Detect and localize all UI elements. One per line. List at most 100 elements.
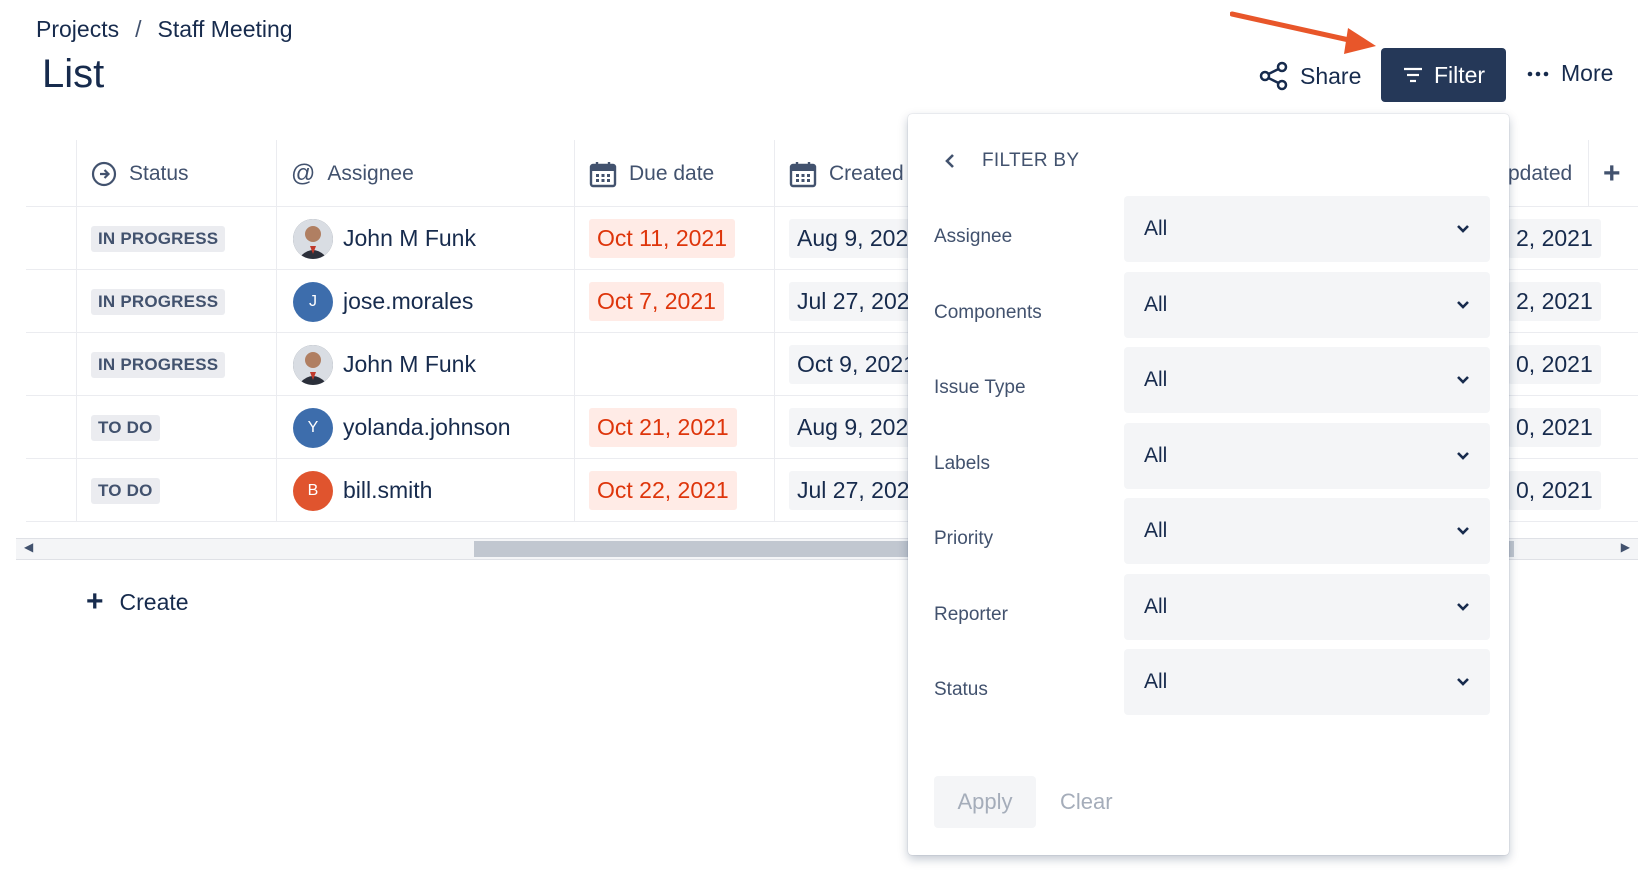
due-date-cell[interactable]: Oct 21, 2021 bbox=[574, 396, 774, 459]
share-icon bbox=[1259, 61, 1288, 91]
scroll-left-icon[interactable]: ◀ bbox=[24, 540, 33, 554]
filter-select[interactable]: All bbox=[1124, 422, 1490, 489]
share-label: Share bbox=[1300, 62, 1362, 89]
status-cell[interactable]: TO DO bbox=[76, 396, 276, 459]
plus-icon: + bbox=[1603, 156, 1621, 190]
filter-select-value: All bbox=[1144, 519, 1168, 542]
status-badge[interactable]: IN PROGRESS bbox=[91, 351, 226, 378]
filter-select[interactable]: All bbox=[1124, 196, 1490, 262]
apply-button[interactable]: Apply bbox=[934, 776, 1036, 828]
create-label: Create bbox=[119, 588, 189, 615]
filter-label: Issue Type bbox=[934, 377, 1026, 398]
column-header-status[interactable]: Status bbox=[76, 140, 276, 207]
due-date-value: Oct 22, 2021 bbox=[589, 471, 737, 510]
filter-label: Components bbox=[934, 301, 1042, 323]
created-date-value: Jul 27, 202 bbox=[789, 471, 918, 510]
status-badge[interactable]: IN PROGRESS bbox=[91, 288, 226, 315]
filter-select[interactable]: All bbox=[1124, 573, 1490, 640]
filter-select-value: All bbox=[1144, 368, 1168, 391]
updated-cell[interactable]: 2, 2021 bbox=[1508, 270, 1608, 333]
updated-date-value: 2, 2021 bbox=[1508, 219, 1601, 258]
updated-date-value: 0, 2021 bbox=[1508, 408, 1601, 447]
updated-cell[interactable]: 0, 2021 bbox=[1508, 459, 1608, 522]
updated-date-value: 0, 2021 bbox=[1508, 471, 1601, 510]
filter-select[interactable]: All bbox=[1124, 347, 1490, 413]
breadcrumb-separator: / bbox=[135, 16, 142, 42]
add-column-button[interactable]: + bbox=[1588, 140, 1638, 207]
filter-panel-header: FILTER BY bbox=[944, 150, 1079, 172]
calendar-icon bbox=[789, 161, 817, 187]
assignee-cell[interactable]: B bill.smith bbox=[276, 459, 574, 522]
filter-select-value: All bbox=[1144, 670, 1168, 693]
assignee-cell[interactable]: Y yolanda.johnson bbox=[276, 396, 574, 459]
due-date-cell[interactable]: Oct 11, 2021 bbox=[574, 207, 774, 270]
updated-cell[interactable]: 2, 2021 bbox=[1508, 207, 1608, 270]
filter-select[interactable]: All bbox=[1124, 271, 1490, 338]
filter-row-components: Components All bbox=[934, 271, 1490, 338]
plus-icon: + bbox=[86, 585, 104, 618]
chevron-down-icon bbox=[1457, 451, 1469, 460]
avatar bbox=[293, 344, 333, 385]
clear-button[interactable]: Clear bbox=[1060, 776, 1113, 828]
status-badge[interactable]: IN PROGRESS bbox=[91, 225, 226, 252]
filter-select-value: All bbox=[1144, 443, 1168, 467]
column-label-created: Created bbox=[829, 161, 904, 185]
updated-cell[interactable]: 0, 2021 bbox=[1508, 333, 1608, 396]
filter-label: Assignee bbox=[934, 226, 1013, 247]
filter-select-value: All bbox=[1144, 292, 1168, 316]
breadcrumb: Projects / Staff Meeting bbox=[36, 16, 293, 43]
due-date-value: Oct 7, 2021 bbox=[589, 282, 724, 321]
annotation-arrow-icon bbox=[1230, 11, 1376, 54]
assignee-cell[interactable]: John M Funk bbox=[276, 333, 574, 396]
created-date-value: Oct 9, 2021 bbox=[789, 345, 924, 384]
filter-row-status: Status All bbox=[934, 649, 1490, 715]
filter-row-reporter: Reporter All bbox=[934, 573, 1490, 640]
filter-row-issue-type: Issue Type All bbox=[934, 347, 1490, 413]
filter-select-value: All bbox=[1144, 217, 1168, 240]
column-header-due-date[interactable]: Due date bbox=[574, 140, 774, 207]
status-badge[interactable]: TO DO bbox=[91, 477, 160, 504]
column-label-updated: pdated bbox=[1508, 161, 1573, 185]
filter-select[interactable]: All bbox=[1124, 498, 1490, 564]
filter-label: Reporter bbox=[934, 603, 1008, 625]
updated-cell[interactable]: 0, 2021 bbox=[1508, 396, 1608, 459]
updated-date-value: 2, 2021 bbox=[1508, 282, 1601, 321]
status-cell[interactable]: IN PROGRESS bbox=[76, 333, 276, 396]
due-date-cell[interactable]: Oct 22, 2021 bbox=[574, 459, 774, 522]
chevron-down-icon bbox=[1457, 527, 1469, 535]
breadcrumb-current[interactable]: Staff Meeting bbox=[157, 16, 292, 43]
assignee-cell[interactable]: John M Funk bbox=[276, 207, 574, 270]
status-cell[interactable]: IN PROGRESS bbox=[76, 270, 276, 333]
page-title: List bbox=[42, 52, 105, 96]
filter-row-priority: Priority All bbox=[934, 498, 1490, 564]
column-header-assignee[interactable]: @ Assignee bbox=[276, 140, 574, 207]
filter-label: Filter bbox=[1433, 61, 1486, 88]
assignee-cell[interactable]: J jose.morales bbox=[276, 270, 574, 333]
back-chevron-icon[interactable] bbox=[944, 153, 956, 169]
filter-panel-title: FILTER BY bbox=[982, 150, 1080, 171]
chevron-down-icon bbox=[1457, 602, 1469, 611]
more-button[interactable]: More bbox=[1527, 60, 1613, 87]
share-button[interactable]: Share bbox=[1258, 60, 1361, 92]
status-cell[interactable]: TO DO bbox=[76, 459, 276, 522]
create-button[interactable]: + Create bbox=[86, 587, 189, 617]
filter-icon bbox=[1403, 67, 1422, 83]
due-date-value: Oct 21, 2021 bbox=[589, 408, 737, 447]
chevron-down-icon bbox=[1457, 300, 1469, 309]
status-cell[interactable]: IN PROGRESS bbox=[76, 207, 276, 270]
filter-label: Status bbox=[934, 679, 988, 700]
scroll-right-icon[interactable]: ▶ bbox=[1621, 540, 1630, 554]
assignee-name: John M Funk bbox=[343, 351, 476, 377]
avatar: B bbox=[293, 470, 333, 511]
calendar-icon bbox=[589, 161, 617, 187]
due-date-cell[interactable] bbox=[574, 333, 774, 396]
breadcrumb-projects-link[interactable]: Projects bbox=[36, 16, 119, 43]
at-icon: @ bbox=[291, 159, 316, 187]
status-badge[interactable]: TO DO bbox=[91, 414, 160, 441]
avatar: Y bbox=[293, 407, 333, 448]
filter-button[interactable]: Filter bbox=[1381, 48, 1506, 102]
filter-select[interactable]: All bbox=[1124, 649, 1490, 715]
assignee-name: yolanda.johnson bbox=[343, 414, 511, 440]
assignee-name: jose.morales bbox=[343, 288, 474, 314]
due-date-cell[interactable]: Oct 7, 2021 bbox=[574, 270, 774, 333]
